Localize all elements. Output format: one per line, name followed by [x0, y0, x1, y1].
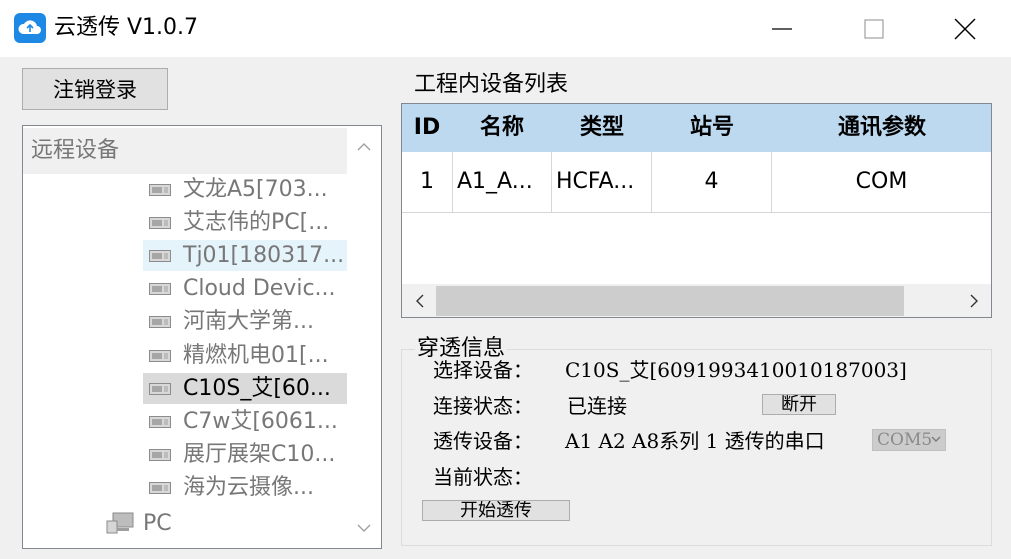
chevron-right-icon [970, 294, 978, 308]
tree-root-remote-devices[interactable]: 远程设备 [23, 128, 347, 174]
tree-item-device[interactable]: 艾志伟的PC[... [143, 207, 347, 238]
minimize-icon [772, 27, 792, 30]
table-header: ID 名称 类型 站号 通讯参数 [402, 104, 991, 152]
column-header-name[interactable]: 名称 [452, 104, 552, 152]
scroll-up-button[interactable] [347, 126, 381, 166]
table-cell-name: A1_A... [453, 152, 552, 212]
scroll-thumb[interactable] [436, 286, 904, 316]
connection-status-value: 已连接 [567, 394, 627, 418]
device-icon [149, 449, 171, 461]
select-device-value: C10S_艾[6091993410010187003] [565, 358, 907, 382]
device-icon [149, 217, 171, 229]
table-cell-type: HCFA... [552, 152, 652, 212]
tree-item-label: Tj01[180317... [183, 243, 345, 268]
tree-item-label: 精燃机电01[... [183, 343, 329, 368]
tree-scrollbar[interactable] [347, 126, 381, 548]
disconnect-button[interactable]: 断开 [762, 394, 836, 415]
device-icon [149, 383, 171, 395]
tree-item-label: PC [143, 511, 172, 536]
cloud-transfer-icon [14, 13, 46, 43]
tree-item-device[interactable]: 文龙A5[703... [143, 174, 347, 205]
chevron-down-icon [931, 436, 941, 442]
scroll-right-button[interactable] [957, 284, 991, 317]
tree-item-label: 文龙A5[703... [183, 177, 328, 202]
device-icon [149, 316, 171, 328]
close-button[interactable] [919, 0, 1011, 57]
tree-item-label: C10S_艾[60... [183, 376, 331, 401]
scroll-down-button[interactable] [347, 508, 381, 548]
device-icon [149, 416, 171, 428]
device-icon [149, 250, 171, 262]
tree-item-device[interactable]: 海为云摄像... [143, 472, 347, 503]
column-header-id[interactable]: ID [402, 104, 452, 152]
port-select[interactable]: COM5 [872, 429, 946, 451]
tree-item-label: 展厅展架C10... [183, 442, 336, 467]
tree-item-label: 河南大学第... [183, 309, 314, 334]
tree-item-device[interactable]: C7w艾[6061... [143, 406, 347, 437]
device-table[interactable]: ID 名称 类型 站号 通讯参数 1 A1_A... HCFA... 4 COM [401, 103, 992, 318]
tree-item-device[interactable]: Tj01[180317... [143, 240, 347, 271]
device-list-title: 工程内设备列表 [414, 72, 569, 97]
tree-item-label: Cloud Devic... [183, 276, 336, 301]
start-passthrough-button[interactable]: 开始透传 [422, 500, 570, 521]
table-cell-id: 1 [402, 152, 453, 212]
table-cell-comm-params: COM [855, 169, 908, 194]
tree-item-label: 艾志伟的PC[... [183, 210, 330, 235]
column-header-comm-params[interactable]: 通讯参数 [772, 104, 991, 152]
device-icon [149, 184, 171, 196]
device-icon [149, 350, 171, 362]
window-title: 云透传 V1.0.7 [54, 15, 199, 40]
tree-item-device[interactable]: 河南大学第... [143, 306, 347, 337]
maximize-icon [864, 18, 884, 39]
port-select-value: COM5 [877, 430, 933, 450]
table-cell-station: 4 [652, 152, 772, 212]
passthrough-device-value: A1 A2 A8系列 1 透传的串口 [565, 429, 825, 453]
logout-button[interactable]: 注销登录 [22, 68, 168, 110]
maximize-button[interactable] [828, 0, 920, 57]
column-header-station[interactable]: 站号 [652, 104, 772, 152]
tree-item-device[interactable]: 精燃机电01[... [143, 340, 347, 371]
chevron-up-icon [357, 142, 371, 150]
connection-status-label: 连接状态： [433, 394, 533, 418]
table-hscrollbar[interactable] [402, 284, 991, 317]
chevron-left-icon [415, 294, 423, 308]
current-status-label: 当前状态： [433, 465, 533, 489]
select-device-label: 选择设备： [433, 358, 533, 382]
minimize-button[interactable] [736, 0, 828, 57]
tree-item-label: C7w艾[6061... [183, 409, 338, 434]
tree-item-device[interactable]: Cloud Devic... [143, 273, 347, 304]
tree-item-device[interactable]: C10S_艾[60... [143, 373, 347, 404]
column-header-type[interactable]: 类型 [552, 104, 652, 152]
table-row[interactable]: 1 A1_A... HCFA... 4 COM [402, 152, 991, 213]
scroll-left-button[interactable] [402, 284, 436, 317]
close-icon [954, 18, 976, 39]
device-icon [149, 482, 171, 494]
pc-icon [106, 512, 134, 534]
tree-item-device[interactable]: 展厅展架C10... [143, 439, 347, 470]
device-tree[interactable]: 远程设备 文龙A5[703... 艾志伟的PC[... Tj01[180317...… [22, 125, 382, 549]
chevron-down-icon [357, 524, 371, 532]
tree-item-label: 海为云摄像... [183, 475, 314, 500]
passthrough-device-label: 透传设备： [433, 429, 533, 453]
device-icon [149, 283, 171, 295]
